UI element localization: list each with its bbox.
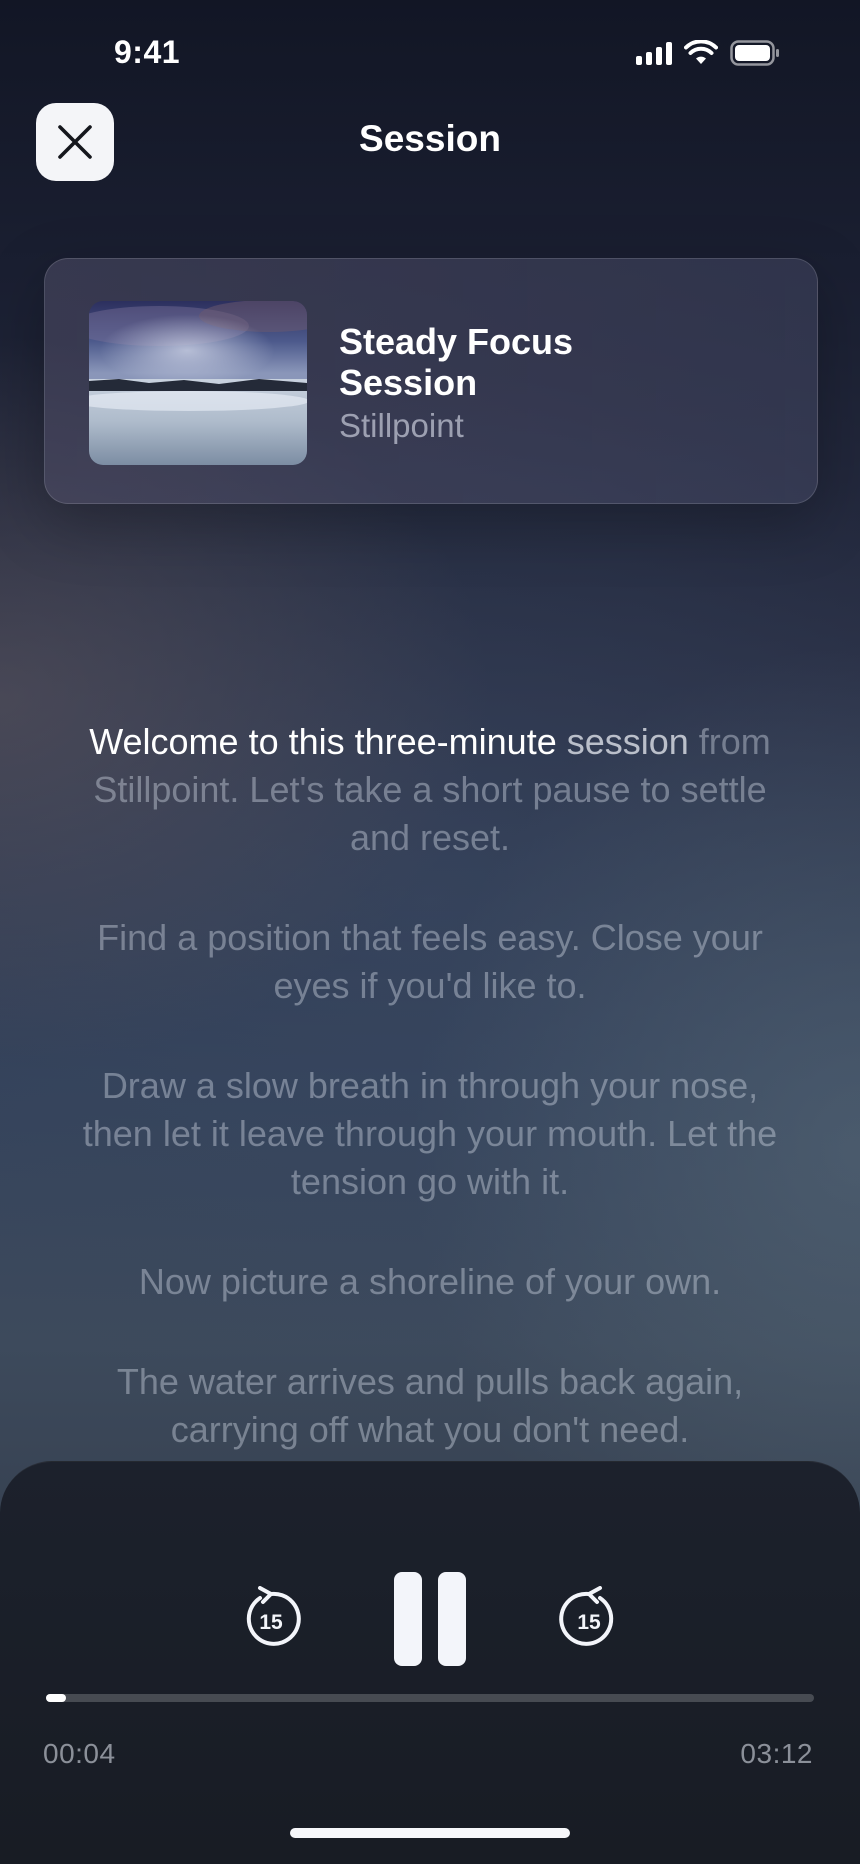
total-time: 03:12: [740, 1738, 813, 1769]
status-icons: [636, 40, 780, 66]
transcript-paragraph: The water arrives and pulls back again, …: [116, 1361, 744, 1450]
elapsed-time: 00:04: [43, 1738, 116, 1769]
cellular-signal-icon: [636, 41, 672, 65]
home-indicator[interactable]: [290, 1828, 570, 1838]
transcript-paragraph: Welcome to this three-minute session fro…: [70, 718, 790, 862]
progress-fill: [46, 1694, 66, 1702]
session-title: Steady Focus Session: [339, 321, 574, 403]
forward-label: 15: [577, 1611, 601, 1634]
transcript-paragraph: Find a position that feels easy. Close y…: [97, 917, 763, 1006]
transcript: Welcome to this three-minute session fro…: [70, 718, 790, 1506]
page-title: Session: [359, 118, 501, 159]
forward-15-button[interactable]: 15: [556, 1586, 622, 1652]
pause-button[interactable]: [390, 1572, 470, 1666]
session-subtitle: Stillpoint: [339, 407, 464, 444]
session-card[interactable]: Steady Focus Session Stillpoint: [44, 258, 818, 504]
progress-slider[interactable]: [46, 1694, 814, 1702]
status-bar: 9:41: [0, 0, 860, 100]
transcript-paragraph: Now picture a shoreline of your own.: [138, 1261, 722, 1302]
rewind-15-icon: 15: [246, 1586, 301, 1646]
forward-15-icon: 15: [559, 1586, 614, 1646]
rewind-15-button[interactable]: 15: [238, 1586, 304, 1652]
transcript-active-text: Welcome to this three-minute: [89, 721, 557, 762]
transcript-paragraph: Draw a slow breath in through your nose,…: [82, 1065, 778, 1202]
battery-icon: [730, 40, 779, 66]
session-artwork: [89, 301, 307, 465]
status-time: 9:41: [114, 34, 181, 70]
wifi-icon: [684, 40, 718, 64]
transcript-partial-text: session: [556, 721, 689, 762]
rewind-label: 15: [259, 1611, 283, 1634]
